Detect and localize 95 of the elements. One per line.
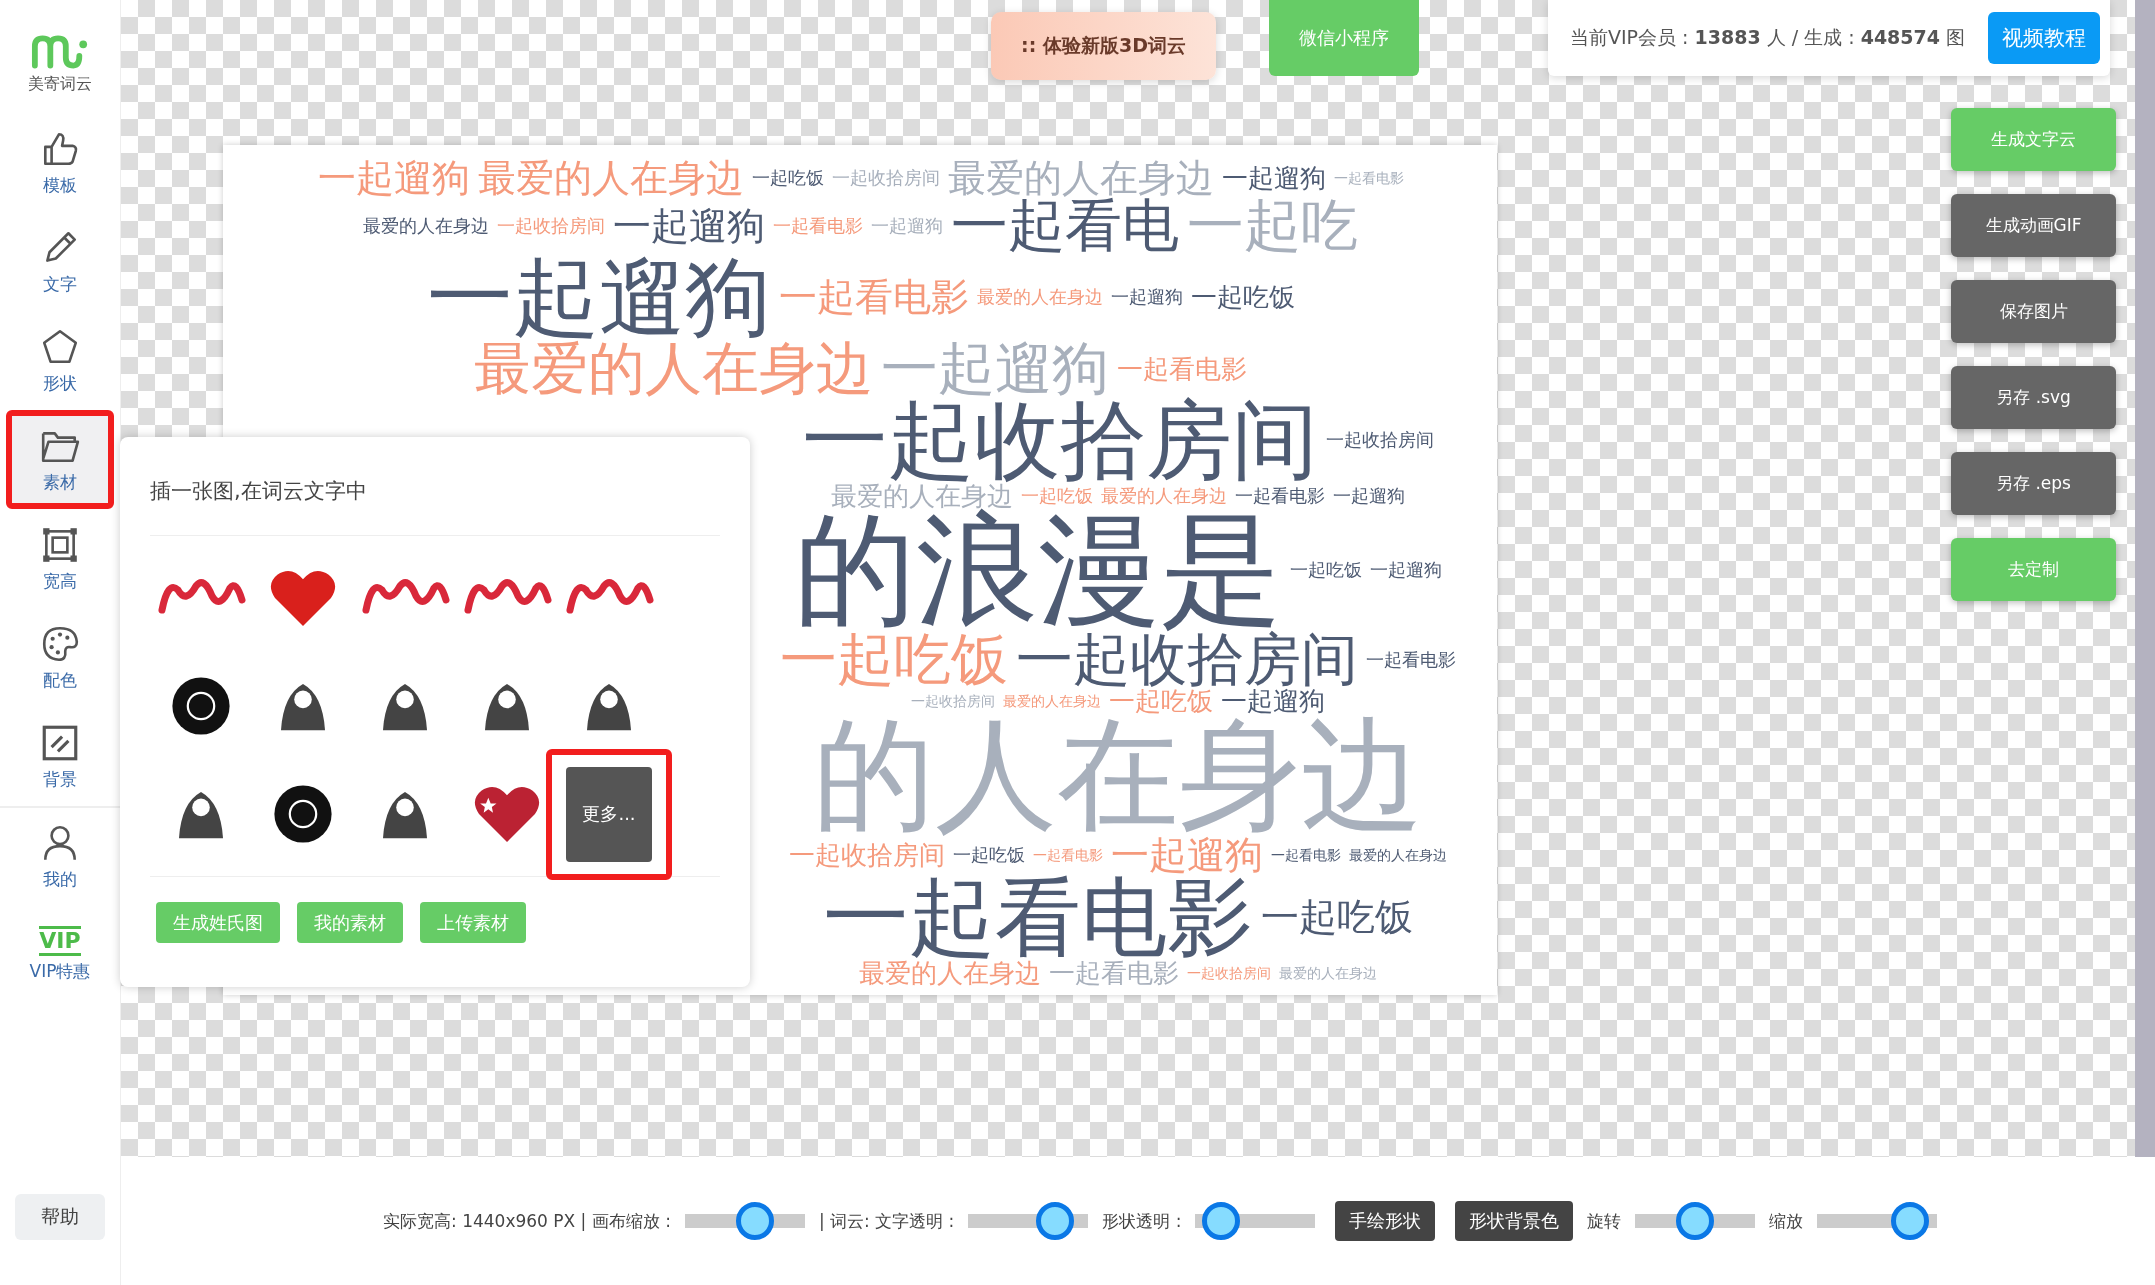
cloud-word: 一起遛狗 [426,254,771,340]
cloud-word: 一起遛狗 [881,340,1109,397]
cloud-word: 的浪漫是 [793,509,1282,631]
sidebar-item[interactable]: VIP VIP特惠 [0,905,120,1004]
try-3d-button[interactable]: :: 体验新版3D词云 [991,12,1216,80]
cloud-word: 一起遛狗 [1369,561,1442,579]
cloud-word: 一起看电 [951,197,1179,254]
cloud-word: 一起遛狗 [317,159,470,197]
stats-text: 当前VIP会员 : 13883 人 / 生成 : 448574 图 [1570,25,1966,50]
sidebar-item[interactable]: 形状 [0,311,120,410]
slider-thumb[interactable] [1201,1202,1240,1240]
cloud-word: 一起看电影 [778,278,969,316]
cloud-word: 最爱的人在身边 [1100,487,1227,505]
sidebar-item[interactable]: 配色 [0,608,120,707]
action-button[interactable]: 另存 .svg [1951,366,2116,429]
action-button[interactable]: 保存图片 [1951,280,2116,343]
cloud-word: 一起遛狗 [1220,688,1325,714]
cloud-word: 一起遛狗 [1110,836,1263,874]
control-label: 形状透明 : [1102,1209,1182,1233]
cloud-word: 一起吃饭 [1289,561,1362,579]
sidebar-item[interactable]: 宽高 [0,509,120,608]
sidebar-label: 我的 [43,868,77,891]
action-button[interactable]: 生成动画GIF [1951,194,2116,257]
tool-button[interactable]: 手绘形状 [1335,1201,1436,1241]
cloud-word: 一起吃饭 [779,631,1008,688]
cloud-word: 一起吃饭 [1108,688,1213,714]
control-label: 旋转 [1587,1209,1622,1233]
tutorial-button[interactable]: 视频教程 [1988,12,2100,64]
cloud-word: 一起看电影 [1117,355,1247,382]
sidebar-item[interactable]: 模板 [0,113,120,212]
cloud-word: 一起收拾房间 [910,694,995,708]
cloud-word: 的人在身边 [812,714,1423,836]
scrollbar[interactable] [2135,0,2155,1157]
popup-title: 插一张图,在词云文字中 [150,477,720,536]
sidebar-label: VIP特惠 [29,960,91,984]
cloud-word: 一起遛狗 [1221,165,1326,191]
cloud-word: 最爱的人在身边 [830,483,1013,509]
action-button[interactable]: 另存 .eps [1951,452,2116,515]
cloud-word: 一起遛狗 [871,216,943,235]
cloud-word: 一起收拾房间 [788,842,945,868]
cloud-word: 最爱的人在身边 [976,288,1103,306]
cloud-word: 一起吃饭 [1020,487,1093,505]
slider-thumb[interactable] [735,1202,774,1240]
cloud-word: 一起看电影 [822,874,1253,960]
cloud-word: 一起收拾房间 [801,397,1318,483]
cloud-word: 最爱的人在身边 [858,960,1041,986]
sidebar-label: 模板 [43,174,77,197]
cloud-word: 最爱的人在身边 [1348,848,1447,862]
cloud-word: 一起收拾房间 [1015,631,1358,688]
cloud-word: 一起看电影 [1048,960,1179,986]
cloud-word: 最爱的人在身边 [363,216,489,235]
logo-icon [31,34,89,70]
cloud-word: 一起吃 [1187,197,1358,254]
sidebar-label: 文字 [43,273,77,296]
cloud-word: 最爱的人在身边 [1002,694,1101,708]
more-button[interactable]: 更多... [566,766,652,862]
cloud-word: 一起看电影 [773,216,863,235]
sidebar-label: 素材 [43,471,77,494]
cloud-word: 一起看电影 [1270,848,1341,862]
sidebar-label: 形状 [43,372,77,395]
cloud-word: 一起吃饭 [1260,898,1413,936]
sidebar-item[interactable]: 文字 [0,212,120,311]
control-label: 实际宽高: 1440x960 PX | 画布缩放 : [383,1209,671,1233]
cloud-word: 一起吃饭 [751,169,824,187]
cloud-word: 一起遛狗 [1332,487,1405,505]
cloud-word: 一起吃饭 [1190,284,1295,310]
vip-badge: VIP [39,925,81,957]
slider-thumb[interactable] [1676,1202,1715,1240]
control-label: 缩放 [1769,1209,1804,1233]
slider-thumb[interactable] [1891,1202,1930,1240]
slider-thumb[interactable] [1035,1202,1074,1240]
logo-text: 美寄词云 [28,74,92,95]
cloud-word: 一起收拾房间 [1186,966,1271,980]
cloud-word: 一起收拾房间 [831,169,940,187]
cloud-word: 一起遛狗 [1110,288,1183,306]
sidebar-label: 背景 [43,768,77,791]
cloud-word: 最爱的人在身边 [477,159,744,197]
cloud-word: 一起吃饭 [952,846,1025,864]
cloud-word: 一起看电影 [1234,487,1325,505]
cloud-word: 最爱的人在身边 [474,340,873,397]
sidebar-label: 配色 [43,669,77,692]
control-label: | 词云: 文字透明 : [818,1209,955,1233]
cloud-word: 一起看电影 [1333,171,1404,185]
sidebar-label: 宽高 [43,570,77,593]
cloud-word: 一起遛狗 [613,206,765,245]
cloud-word: 一起收拾房间 [497,216,605,235]
cloud-word: 最爱的人在身边 [947,159,1214,197]
tool-button[interactable]: 形状背景色 [1455,1201,1574,1241]
sidebar-item[interactable]: 素材 [6,410,114,509]
cloud-word: 一起看电影 [1365,650,1456,669]
cloud-word: 最爱的人在身边 [1278,966,1377,980]
help-button[interactable]: 帮助 [15,1194,105,1240]
sidebar-item[interactable]: 背景 [0,707,120,806]
cloud-word: 一起收拾房间 [1325,431,1434,449]
cloud-word: 一起看电影 [1032,848,1103,862]
